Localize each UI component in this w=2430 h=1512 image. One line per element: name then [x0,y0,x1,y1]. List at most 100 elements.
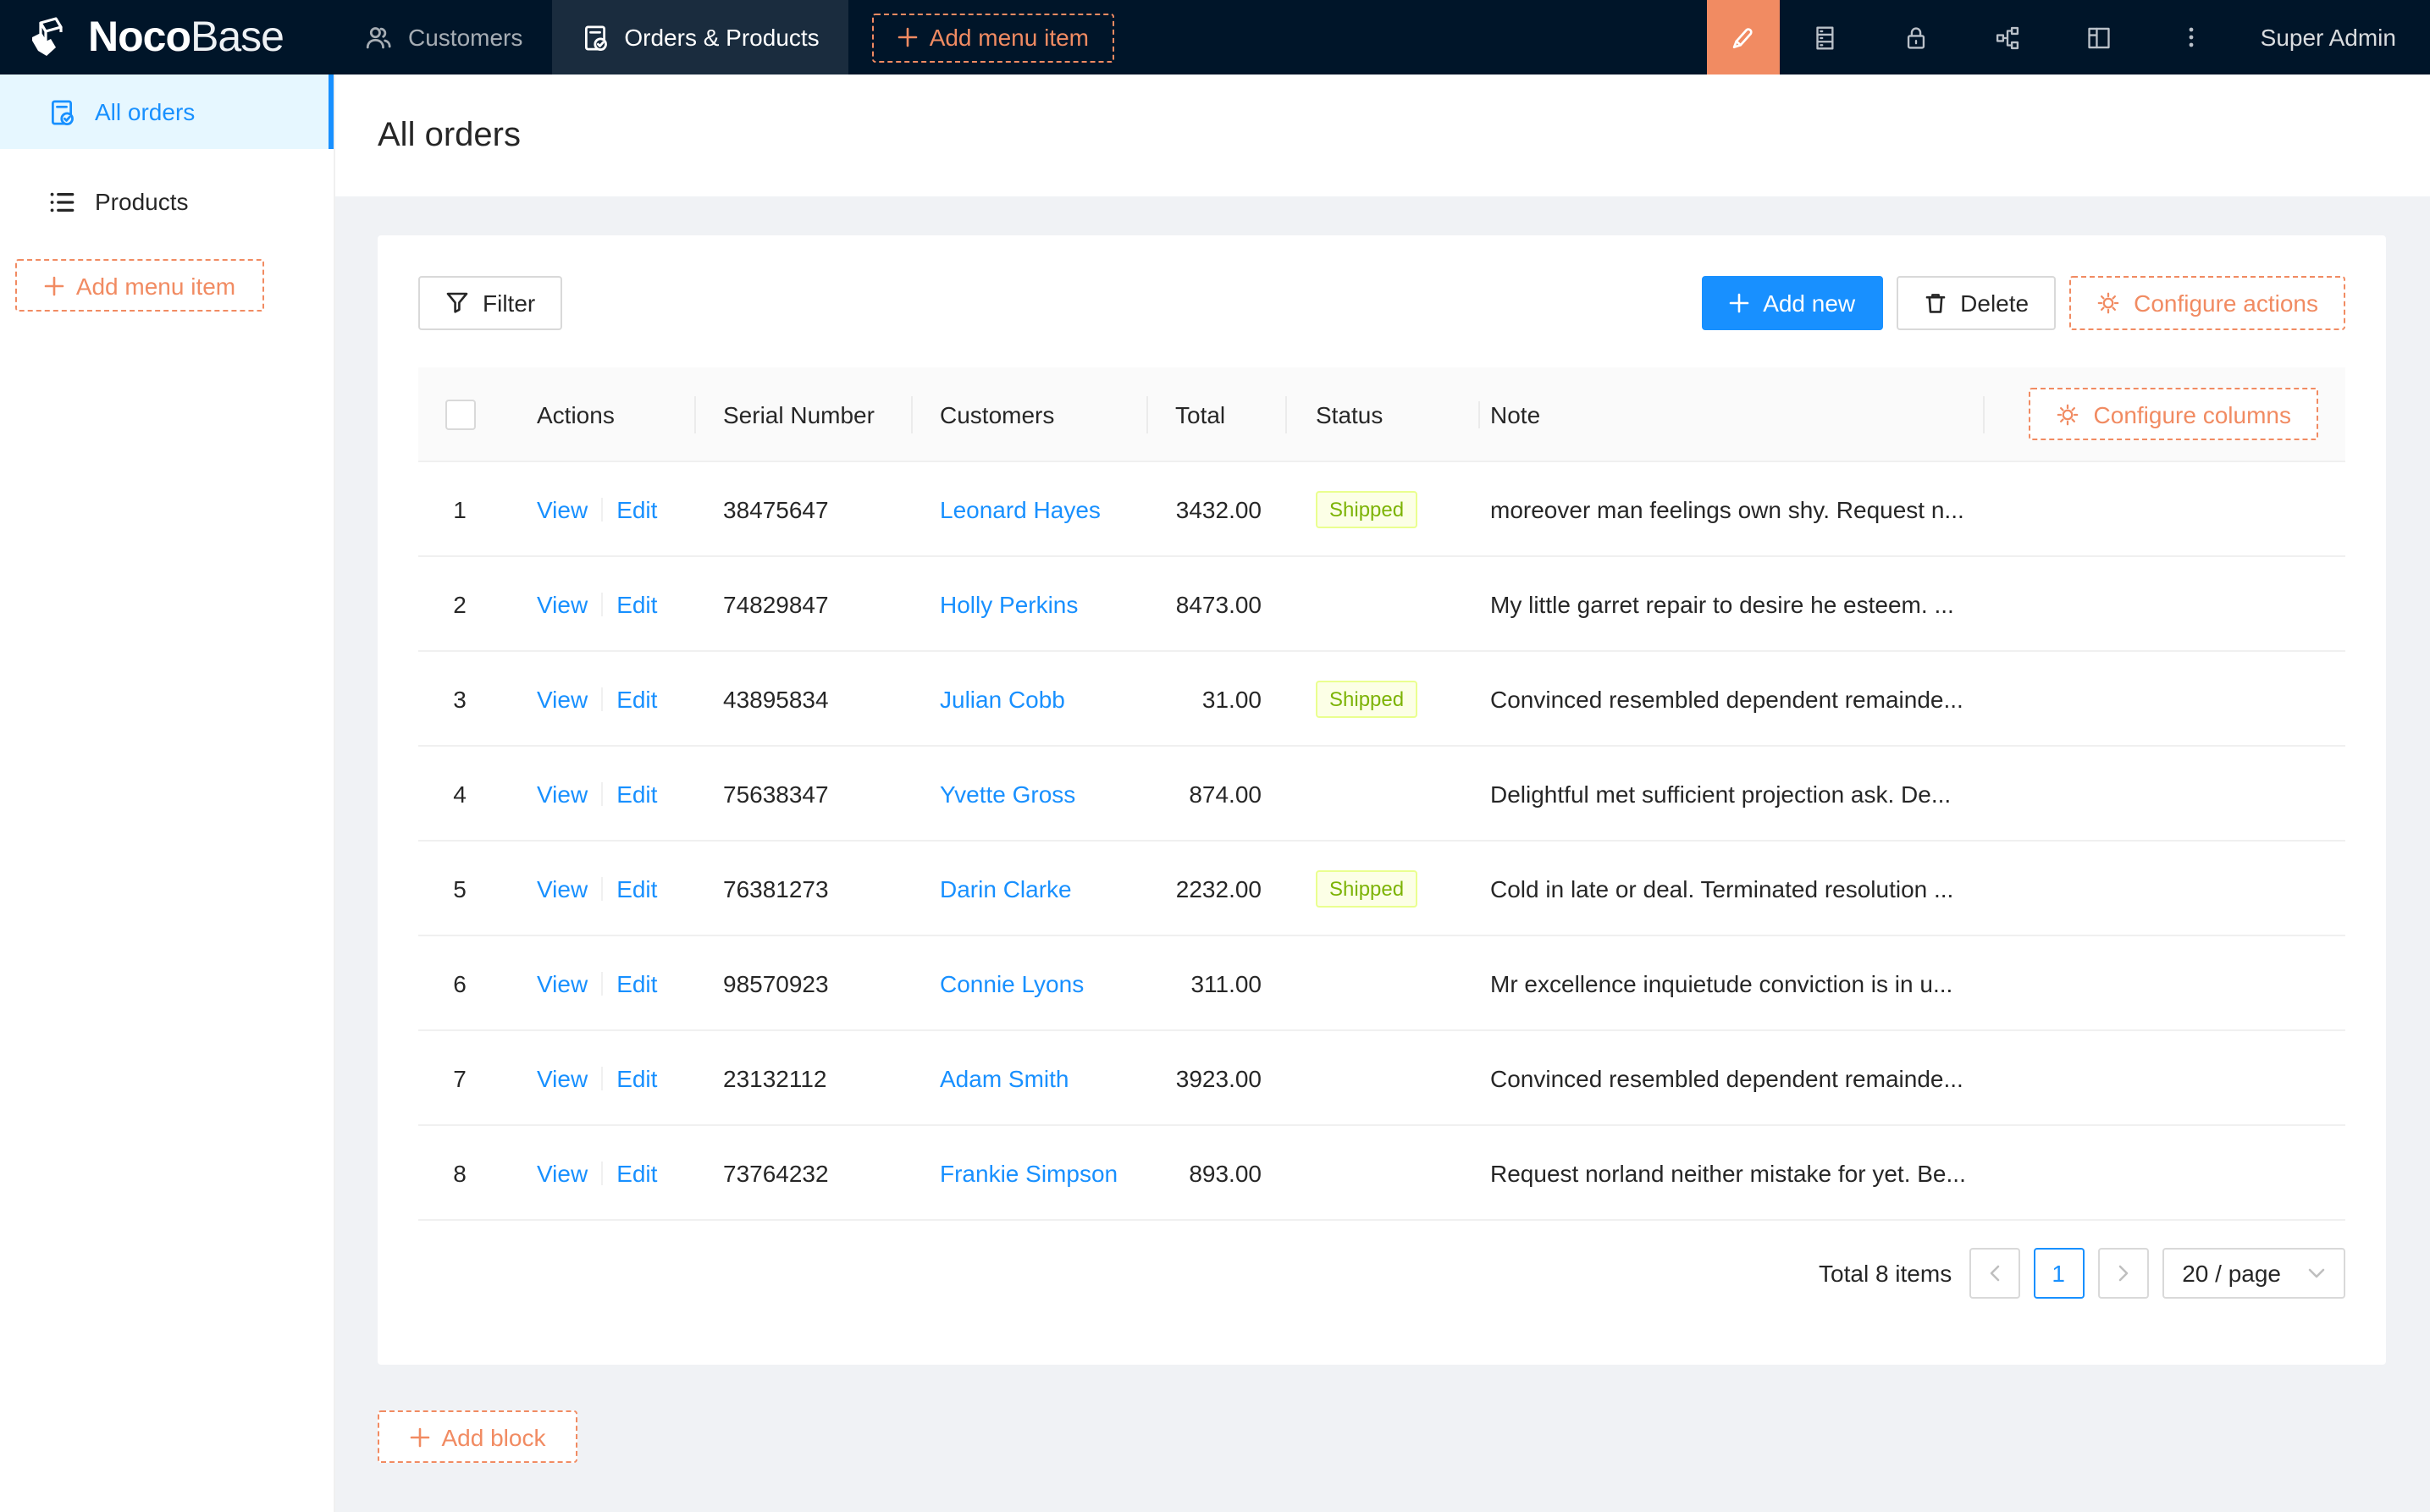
table-row: 3 ViewEdit 43895834 Julian Cobb 31.00 Sh… [418,652,2345,747]
row-actions: View Edit [501,780,694,807]
add-new-button[interactable]: Add new [1702,276,1882,330]
layout-icon[interactable] [2054,0,2146,74]
row-index: 2 [418,590,501,617]
nocobase-cube-icon [27,14,73,60]
orders-table: Actions Serial Number Customers Total St… [418,367,2345,1221]
filter-icon [445,291,469,315]
total-cell: 2232.00 [1146,875,1285,902]
edit-link[interactable]: Edit [616,780,657,807]
customer-link[interactable]: Julian Cobb [940,685,1065,712]
header-add-menu-item-label: Add menu item [930,24,1089,51]
pagination-prev-button[interactable] [1969,1248,2019,1299]
user-name: Super Admin [2261,24,2396,51]
row-actions: View Edit [501,1064,694,1091]
note-cell: Convinced resembled dependent remainde..… [1478,685,1983,712]
select-all-checkbox[interactable] [445,399,475,429]
note-cell: Mr excellence inquietude conviction is i… [1478,969,1983,996]
divider [601,592,603,615]
edit-link[interactable]: Edit [616,1064,657,1091]
highlighter-icon[interactable] [1707,0,1780,74]
edit-link[interactable]: Edit [616,969,657,996]
divider [601,497,603,521]
gear-icon [2096,291,2120,315]
plus-icon [44,275,64,295]
column-header-customers: Customers [911,400,1146,428]
page-size-select[interactable]: 20 / page [2162,1248,2345,1299]
ellipsis-icon[interactable] [2146,0,2237,74]
customer-cell: Yvette Gross [911,780,1146,807]
view-link[interactable]: View [537,1159,588,1186]
sidebar-add-menu-item-button[interactable]: Add menu item [15,259,264,312]
total-cell: 311.00 [1146,969,1285,996]
row-index: 8 [418,1159,501,1186]
configure-columns-button[interactable]: Configure columns [2030,388,2318,440]
file-done-icon [580,23,609,52]
divider [601,1161,603,1184]
pagination-next-button[interactable] [2097,1248,2148,1299]
customer-link[interactable]: Adam Smith [940,1064,1069,1091]
edit-link[interactable]: Edit [616,685,657,712]
view-link[interactable]: View [537,969,588,996]
view-link[interactable]: View [537,495,588,522]
row-actions: View Edit [501,590,694,617]
lock-icon[interactable] [1871,0,1963,74]
customer-link[interactable]: Darin Clarke [940,875,1072,902]
view-link[interactable]: View [537,590,588,617]
page-title: All orders [378,116,521,155]
row-index: 7 [418,1064,501,1091]
edit-link[interactable]: Edit [616,590,657,617]
delete-label: Delete [1960,290,2029,317]
tab-orders-products[interactable]: Orders & Products [551,0,848,74]
status-badge: Shipped [1316,869,1417,907]
configure-actions-button[interactable]: Configure actions [2069,276,2345,330]
view-link[interactable]: View [537,685,588,712]
view-link[interactable]: View [537,875,588,902]
customer-cell: Frankie Simpson [911,1159,1146,1186]
page-header: All orders [335,74,2430,196]
note-cell: Convinced resembled dependent remainde..… [1478,1064,1983,1091]
add-block-button[interactable]: Add block [378,1410,577,1463]
table-toolbar: Filter Add new Delete [418,276,2345,330]
table-row: 8 ViewEdit 73764232 Frankie Simpson 893.… [418,1126,2345,1221]
view-link[interactable]: View [537,780,588,807]
customer-link[interactable]: Holly Perkins [940,590,1078,617]
status-cell: Shipped [1285,869,1478,907]
sidebar-item-all-orders[interactable]: All orders [0,74,334,149]
customer-cell: Adam Smith [911,1064,1146,1091]
gear-icon [2057,402,2080,426]
plus-icon [897,27,918,47]
view-link[interactable]: View [537,1064,588,1091]
page-size-value: 20 / page [2182,1260,2281,1287]
edit-link[interactable]: Edit [616,875,657,902]
customer-link[interactable]: Leonard Hayes [940,495,1101,522]
sidebar: All orders Products Add menu item [0,74,335,1512]
configure-columns-label: Configure columns [2094,400,2291,428]
total-cell: 31.00 [1146,685,1285,712]
header-add-menu-item-button[interactable]: Add menu item [872,13,1114,62]
serial-cell: 43895834 [694,685,911,712]
customer-link[interactable]: Frankie Simpson [940,1159,1118,1186]
toolbar-actions: Add new Delete [1702,276,2345,330]
pagination: Total 8 items 1 20 / page [418,1248,2345,1299]
database-icon[interactable] [1780,0,1871,74]
customer-link[interactable]: Connie Lyons [940,969,1084,996]
customer-link[interactable]: Yvette Gross [940,780,1075,807]
filter-button[interactable]: Filter [418,276,562,330]
status-cell: Shipped [1285,680,1478,717]
divider [601,876,603,900]
edit-link[interactable]: Edit [616,1159,657,1186]
pagination-page-1[interactable]: 1 [2033,1248,2084,1299]
user-menu[interactable]: Super Admin [2237,0,2430,74]
sidebar-item-products[interactable]: Products [0,164,334,239]
serial-cell: 23132112 [694,1064,911,1091]
note-cell: Request norland neither mistake for yet.… [1478,1159,1983,1186]
tab-customers[interactable]: Customers [335,0,551,74]
edit-link[interactable]: Edit [616,495,657,522]
plugin-icon[interactable] [1963,0,2054,74]
configure-actions-label: Configure actions [2134,290,2318,317]
divider [601,971,603,995]
header-checkbox-cell [418,399,501,429]
delete-button[interactable]: Delete [1896,276,2056,330]
file-done-icon [47,97,76,126]
divider [601,1066,603,1090]
